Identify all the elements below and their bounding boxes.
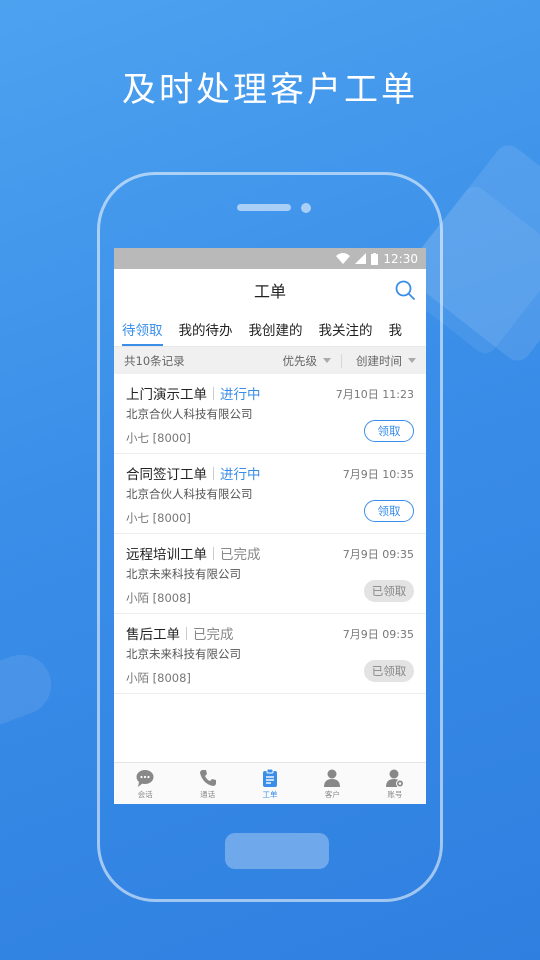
timestamp: 7月10日 11:23	[335, 388, 414, 401]
tab-pending-claim[interactable]: 待领取	[114, 311, 171, 346]
tab-my-todo[interactable]: 我的待办	[171, 311, 241, 346]
bottom-nav-label: 工单	[262, 789, 278, 799]
headline: 及时处理客户工单	[122, 70, 418, 110]
claimed-button[interactable]: 已领取	[364, 660, 414, 682]
phone-icon	[199, 769, 216, 786]
status-badge: 进行中	[220, 467, 261, 483]
battery-icon	[371, 252, 379, 265]
timestamp: 7月9日 09:35	[342, 548, 414, 561]
bottom-nav-label: 通话	[200, 789, 216, 799]
priority-filter[interactable]: 优先级	[282, 353, 331, 369]
chevron-down-icon	[323, 358, 331, 363]
timestamp: 7月9日 10:35	[342, 468, 414, 481]
ticket-title: 远程培训工单	[126, 547, 207, 563]
bottom-nav-tickets[interactable]: 工单	[239, 763, 301, 804]
account-settings-icon	[385, 769, 404, 787]
wifi-icon	[336, 253, 351, 264]
bottom-nav-label: 会话	[137, 789, 153, 799]
chat-icon	[136, 769, 154, 787]
clipboard-icon	[263, 768, 278, 787]
ticket-title: 售后工单	[126, 627, 180, 643]
bottom-nav-account[interactable]: 账号	[364, 763, 426, 804]
status-bar: 12:30	[114, 248, 426, 269]
tab-my-created[interactable]: 我创建的	[241, 311, 311, 346]
bottom-nav-label: 账号	[387, 789, 403, 799]
title-separator	[186, 626, 187, 640]
list-item[interactable]: 售后工单 已完成 北京未来科技有限公司 小陌 [8008] 7月9日 09:35…	[114, 614, 426, 694]
tab-my-followed[interactable]: 我关注的	[311, 311, 381, 346]
status-badge: 已完成	[220, 547, 261, 563]
claimed-button[interactable]: 已领取	[364, 580, 414, 602]
claim-button[interactable]: 领取	[364, 500, 414, 522]
phone-camera	[301, 203, 311, 213]
bottom-nav: 会话 通话 工单 客户 账号	[114, 762, 426, 804]
app-screen: 12:30 工单 待领取 我的待办 我创建的 我关注的 我 共10条记录 优先级…	[114, 248, 426, 804]
filter-divider	[341, 353, 342, 368]
filter-bar: 共10条记录 优先级 创建时间	[114, 347, 426, 374]
created-time-filter-label: 创建时间	[356, 353, 402, 368]
record-count: 共10条记录	[124, 353, 185, 368]
signal-icon	[355, 253, 367, 264]
title-separator	[213, 546, 214, 560]
title-separator	[213, 466, 214, 480]
bottom-nav-label: 客户	[324, 789, 340, 799]
search-icon[interactable]	[394, 279, 416, 301]
tab-more[interactable]: 我	[381, 311, 411, 346]
priority-filter-label: 优先级	[282, 353, 318, 368]
page-title: 工单	[253, 282, 286, 301]
list-item[interactable]: 远程培训工单 已完成 北京未来科技有限公司 小陌 [8008] 7月9日 09:…	[114, 534, 426, 614]
chevron-down-icon	[408, 358, 416, 363]
list-item[interactable]: 上门演示工单 进行中 北京合伙人科技有限公司 小七 [8000] 7月10日 1…	[114, 374, 426, 454]
nav-bar: 工单	[114, 269, 426, 311]
title-separator	[213, 386, 214, 400]
bottom-nav-chat[interactable]: 会话	[114, 763, 176, 804]
status-badge: 已完成	[193, 627, 234, 643]
person-icon	[324, 769, 341, 787]
list-item[interactable]: 合同签订工单 进行中 北京合伙人科技有限公司 小七 [8000] 7月9日 10…	[114, 454, 426, 534]
claim-button[interactable]: 领取	[364, 420, 414, 442]
created-time-filter[interactable]: 创建时间	[356, 353, 416, 369]
status-badge: 进行中	[220, 387, 261, 403]
bottom-nav-customers[interactable]: 客户	[301, 763, 363, 804]
ticket-title: 上门演示工单	[126, 387, 207, 403]
ticket-title: 合同签订工单	[126, 467, 207, 483]
status-time: 12:30	[383, 251, 418, 266]
phone-home-button	[225, 833, 329, 869]
tab-bar: 待领取 我的待办 我创建的 我关注的 我	[114, 311, 426, 347]
phone-speaker	[237, 204, 291, 211]
decorative-bubble-shape	[0, 646, 60, 734]
timestamp: 7月9日 09:35	[342, 628, 414, 641]
bottom-nav-call[interactable]: 通话	[176, 763, 238, 804]
